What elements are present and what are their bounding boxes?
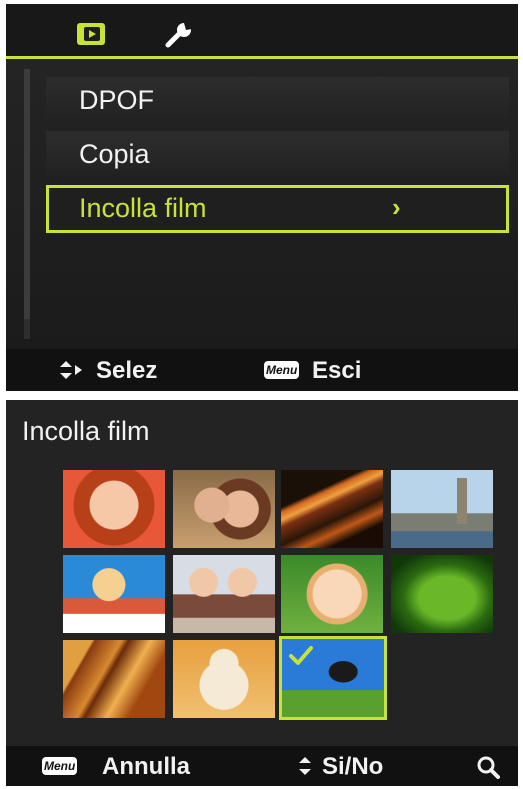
- menu-screen: DPOF Copia Incolla film › Selez Menu Esc…: [6, 4, 518, 391]
- paste-movie-screen: Incolla film Menu Annulla Si/No: [6, 400, 518, 786]
- thumbnail-night-light-trails[interactable]: [281, 470, 383, 548]
- thumbnail-mother-child-sky[interactable]: [63, 555, 165, 633]
- thumbnail-big-ben-london[interactable]: [391, 470, 493, 548]
- magnifier-icon[interactable]: [476, 755, 500, 779]
- menu-button-badge: Menu: [264, 361, 300, 379]
- playback-icon: [84, 27, 100, 41]
- menu-item-copia[interactable]: Copia: [46, 131, 509, 175]
- thumbnail-toddler-green[interactable]: [281, 555, 383, 633]
- menu-item-label: DPOF: [79, 85, 155, 115]
- tab-bar: [6, 4, 518, 56]
- menu-item-label: Copia: [79, 139, 150, 169]
- menu-list: DPOF Copia Incolla film ›: [6, 59, 518, 349]
- page-title: Incolla film: [22, 416, 150, 446]
- up-down-arrows-icon: [60, 361, 82, 379]
- chevron-right-icon: ›: [392, 192, 401, 222]
- menu-item-incolla-film[interactable]: Incolla film ›: [46, 185, 509, 233]
- menu-item-label: Incolla film: [79, 193, 207, 223]
- up-down-arrows-icon: [299, 757, 311, 775]
- cancel-hint: Annulla: [102, 753, 190, 780]
- thumbnail-woman-portrait[interactable]: [63, 470, 165, 548]
- hint-bar: Selez Menu Esci: [6, 349, 518, 391]
- tab-playback[interactable]: [77, 23, 105, 45]
- wrench-icon[interactable]: [164, 21, 194, 49]
- thumbnail-jumping-child[interactable]: [279, 636, 387, 720]
- thumbnail-two-children[interactable]: [173, 555, 275, 633]
- toggle-hint: Si/No: [322, 753, 384, 780]
- scrollbar[interactable]: [24, 69, 30, 339]
- tower-shape: [457, 478, 467, 524]
- thumbnail-green-leaf[interactable]: [391, 555, 493, 633]
- thumbnail-playground-slide[interactable]: [63, 640, 165, 718]
- select-hint: Selez: [96, 357, 158, 384]
- menu-button-badge: Menu: [42, 757, 78, 775]
- scroll-thumb[interactable]: [24, 69, 30, 319]
- thumbnail-teddy-bear[interactable]: [173, 640, 275, 718]
- thumbnail-couple-portrait[interactable]: [173, 470, 275, 548]
- exit-hint: Esci: [312, 357, 362, 384]
- menu-item-dpof[interactable]: DPOF: [46, 77, 509, 121]
- checkmark-icon: [289, 646, 313, 665]
- hint-bar: Menu Annulla Si/No: [6, 746, 518, 786]
